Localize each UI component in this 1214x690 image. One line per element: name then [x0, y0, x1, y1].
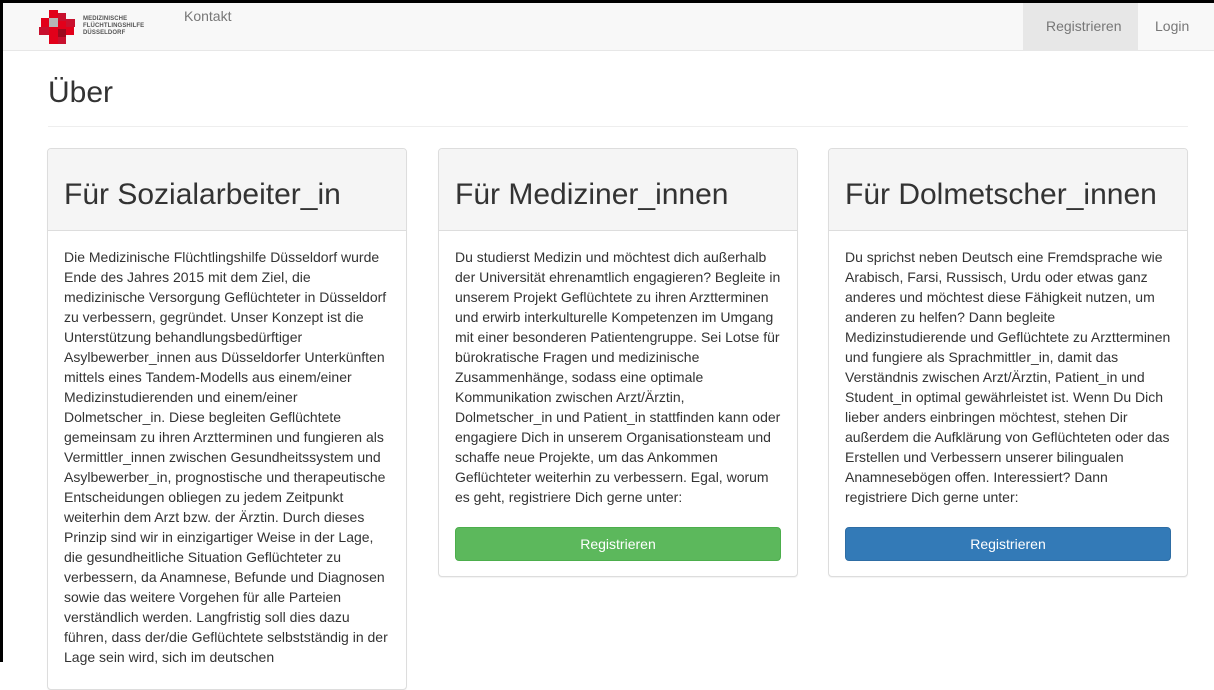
- nav-register-link[interactable]: Registrieren: [1031, 3, 1136, 50]
- nav-login-link[interactable]: Login: [1140, 3, 1204, 50]
- panel-body: Du studierst Medizin und möchtest dich a…: [439, 231, 797, 561]
- panel-title: Für Sozialarbeiter_in: [64, 178, 341, 211]
- panel-heading: Für Dolmetscher_innen: [829, 149, 1187, 231]
- panel-body: Du sprichst neben Deutsch eine Fremdspra…: [829, 231, 1187, 561]
- screen-border-top: [0, 0, 1214, 3]
- screen-border-left: [0, 0, 3, 662]
- brand-logo[interactable]: MEDIZINISCHE FLÜCHTLINGSHILFE DÜSSELDORF: [39, 10, 159, 44]
- register-interpreter-button[interactable]: Registrieren: [845, 527, 1171, 561]
- panel-interpreters: Für Dolmetscher_innen Du sprichst neben …: [828, 148, 1188, 577]
- red-cross-logo-icon: [39, 10, 75, 44]
- register-medical-button[interactable]: Registrieren: [455, 527, 781, 561]
- brand-line: FLÜCHTLINGSHILFE: [83, 23, 145, 29]
- panel-body: Die Medizinische Flüchtlingshilfe Düssel…: [48, 231, 406, 667]
- brand-line: DÜSSELDORF: [83, 30, 126, 36]
- panel-medical-students: Für Mediziner_innen Du studierst Medizin…: [438, 148, 798, 577]
- panel-text: Du sprichst neben Deutsch eine Fremdspra…: [845, 249, 1171, 505]
- panel-text: Die Medizinische Flüchtlingshilfe Düssel…: [64, 249, 388, 665]
- panel-heading: Für Mediziner_innen: [439, 149, 797, 231]
- nav-contact-link[interactable]: Kontakt: [169, 0, 246, 40]
- panel-social-workers: Für Sozialarbeiter_in Die Medizinische F…: [47, 148, 407, 690]
- brand-line: MEDIZINISCHE: [83, 16, 128, 22]
- panel-heading: Für Sozialarbeiter_in: [48, 149, 406, 231]
- title-divider: [48, 126, 1188, 127]
- panel-title: Für Mediziner_innen: [455, 178, 729, 211]
- panel-title: Für Dolmetscher_innen: [845, 178, 1157, 211]
- panel-text: Du studierst Medizin und möchtest dich a…: [455, 249, 781, 505]
- page-title: Über: [48, 76, 114, 109]
- brand-name: MEDIZINISCHE FLÜCHTLINGSHILFE DÜSSELDORF: [83, 16, 144, 37]
